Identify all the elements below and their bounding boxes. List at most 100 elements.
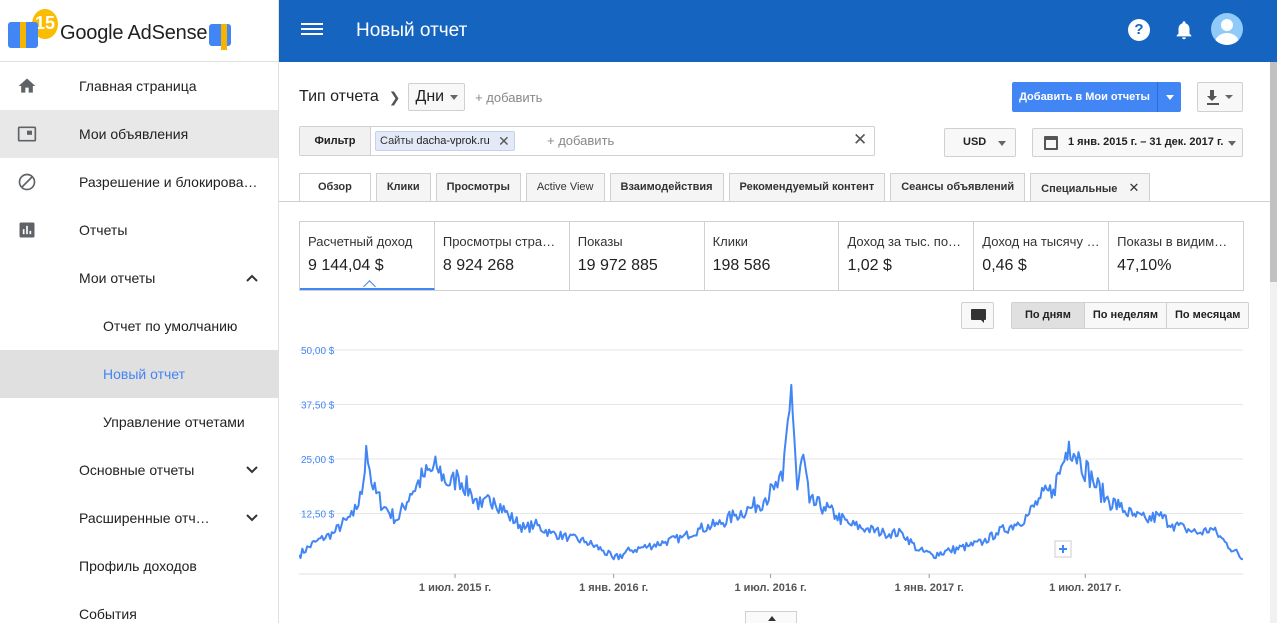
add-annotation-icon[interactable] (1054, 540, 1072, 558)
dimension-select[interactable]: Дни (408, 83, 466, 111)
y-tick-label: 50,00 $ (301, 346, 335, 357)
adsense-app: 15 Google AdSense Главная страница Мои о… (0, 0, 1277, 623)
report-type-row: Тип отчета ❯ Дни + добавить (299, 82, 542, 112)
chevron-right-icon: ❯ (388, 88, 401, 105)
date-range-value: 1 янв. 2015 г. – 31 дек. 2017 г. (1068, 136, 1224, 148)
date-range-picker[interactable]: 1 янв. 2015 г. – 31 дек. 2017 г. (1032, 128, 1243, 157)
tab-custom[interactable]: Специальные ✕ (1030, 173, 1151, 201)
metric-label: Доход за тыс. по… (847, 234, 962, 249)
filter-bar: Фильтр Сайты dacha-vprok.ru ✕ + добавить… (299, 126, 875, 156)
metric-label: Показы (577, 234, 623, 249)
chevron-down-icon[interactable] (244, 462, 260, 478)
annotations-button[interactable] (961, 302, 994, 329)
tab-ad-sessions[interactable]: Сеансы объявлений (890, 173, 1026, 201)
earnings-line-chart: 50,00 $ 37,50 $ 25,00 $ 12,50 $ 1 июл. 2015… (299, 346, 1243, 594)
caret-up-icon (768, 616, 776, 621)
metric-card-viewability[interactable]: Показы в видим… 47,10% (1109, 222, 1243, 290)
download-button[interactable] (1197, 82, 1243, 112)
sidebar-item-manage-reports[interactable]: Управление отчетами (0, 398, 278, 446)
brand-name: Google AdSense (60, 22, 208, 44)
add-dimension-link[interactable]: + добавить (475, 90, 542, 105)
period-toggle: По дням По неделям По месяцам (1011, 302, 1250, 329)
report-type-label: Тип отчета (299, 88, 379, 105)
filter-chip-sites[interactable]: Сайты dacha-vprok.ru ✕ (375, 131, 515, 151)
add-to-my-reports-dropdown[interactable] (1157, 82, 1181, 112)
account-avatar[interactable] (1211, 13, 1243, 45)
sidebar-item-advanced-reports[interactable]: Расширенные отч… (0, 494, 278, 542)
sidebar-item-basic-reports[interactable]: Основные отчеты (0, 446, 278, 494)
comment-icon (971, 309, 986, 323)
bar-chart-icon (19, 222, 35, 238)
metric-card-estimated-earnings[interactable]: Расчетный доход 9 144,04 $ (300, 222, 435, 290)
currency-select[interactable]: USD (944, 128, 1016, 157)
metric-label: Показы в видим… (1117, 234, 1228, 249)
scrollbar-thumb[interactable] (1270, 62, 1277, 282)
metric-value: 198 586 (712, 257, 771, 274)
sidebar-item-my-reports[interactable]: Мои отчеты (0, 254, 278, 302)
sidebar-item-default-report[interactable]: Отчет по умолчанию (0, 302, 278, 350)
sidebar-item-reports[interactable]: Отчеты (0, 206, 278, 254)
sidebar: 15 Google AdSense Главная страница Мои о… (0, 0, 279, 623)
metric-card-impression-rpm[interactable]: Доход на тысячу … 0,46 $ (974, 222, 1110, 290)
add-to-my-reports-button[interactable]: Добавить в Мои отчеты (1012, 82, 1181, 112)
sidebar-item-new-report[interactable]: Новый отчет (0, 350, 278, 398)
gift-icon-right (209, 23, 232, 50)
close-tab-icon[interactable]: ✕ (1129, 180, 1140, 195)
sidebar-item-label: Новый отчет (103, 366, 186, 382)
tab-clicks[interactable]: Клики (375, 173, 431, 201)
top-app-bar: Новый отчет ? (279, 0, 1277, 62)
caret-down-icon (1165, 94, 1174, 100)
chevron-up-icon[interactable] (244, 270, 260, 286)
chevron-down-icon[interactable] (244, 510, 260, 526)
remove-filter-icon[interactable]: ✕ (498, 132, 510, 150)
block-icon (18, 173, 36, 191)
metric-card-impressions[interactable]: Показы 19 972 885 (570, 222, 705, 290)
notifications-bell-icon[interactable] (1173, 19, 1195, 41)
x-tick-label: 1 янв. 2016 г. (579, 582, 648, 594)
period-monthly-button[interactable]: По месяцам (1166, 303, 1249, 328)
sidebar-item-label: Отчет по умолчанию (103, 318, 238, 334)
metric-label: Доход на тысячу … (982, 234, 1100, 249)
metric-value: 47,10% (1117, 257, 1172, 274)
x-axis-ticks: 1 июл. 2015 г. 1 янв. 2016 г. 1 июл. 2016 … (419, 574, 1121, 594)
help-icon[interactable]: ? (1128, 19, 1150, 41)
tab-active-view[interactable]: Active View (525, 173, 605, 201)
metric-label: Просмотры стра… (442, 234, 556, 249)
sidebar-item-my-ads[interactable]: Мои объявления (0, 110, 278, 158)
sidebar-item-label: Разрешение и блокирова… (79, 174, 258, 190)
sidebar-item-home[interactable]: Главная страница (0, 62, 278, 110)
tabs-divider (279, 201, 1270, 202)
tab-custom-label: Специальные (1041, 183, 1118, 195)
metric-card-page-rpm[interactable]: Доход за тыс. по… 1,02 $ (839, 222, 975, 290)
gift-icon (8, 21, 38, 48)
metric-value: 9 144,04 $ (308, 257, 384, 274)
sidebar-item-events[interactable]: События (0, 590, 278, 623)
sidebar-item-blocking[interactable]: Разрешение и блокирова… (0, 158, 278, 206)
metric-label: Клики (712, 234, 748, 249)
metric-value: 1,02 $ (847, 257, 892, 274)
metric-card-clicks[interactable]: Клики 198 586 (705, 222, 840, 290)
home-icon (18, 78, 36, 93)
dimension-value: Дни (415, 88, 445, 105)
tab-overview[interactable]: Обзор (299, 173, 371, 202)
y-tick-label: 37,50 $ (301, 401, 335, 412)
download-icon (1207, 90, 1233, 105)
clear-filters-icon[interactable]: ✕ (853, 130, 867, 150)
y-tick-label: 12,50 $ (301, 510, 335, 521)
metric-card-page-views[interactable]: Просмотры стра… 8 924 268 (435, 222, 570, 290)
tab-interactions[interactable]: Взаимодействия (609, 173, 724, 201)
add-filter-input[interactable]: + добавить (547, 133, 614, 148)
sidebar-item-revenue-profile[interactable]: Профиль доходов (0, 542, 278, 590)
menu-icon[interactable] (301, 20, 323, 40)
tab-views[interactable]: Просмотры (435, 173, 521, 201)
tab-matched-content[interactable]: Рекомендуемый контент (728, 173, 886, 201)
caret-down-icon (1228, 141, 1236, 146)
metric-value: 8 924 268 (442, 257, 515, 274)
period-weekly-button[interactable]: По неделям (1084, 303, 1167, 328)
sidebar-item-label: Мои отчеты (79, 270, 156, 286)
collapse-chart-button[interactable] (745, 611, 797, 623)
adsense-logo[interactable]: 15 Google AdSense (0, 0, 278, 62)
x-tick-label: 1 янв. 2017 г. (895, 582, 964, 594)
filter-chip-prefix: Сайты (380, 135, 414, 147)
period-daily-button[interactable]: По дням (1012, 303, 1085, 328)
